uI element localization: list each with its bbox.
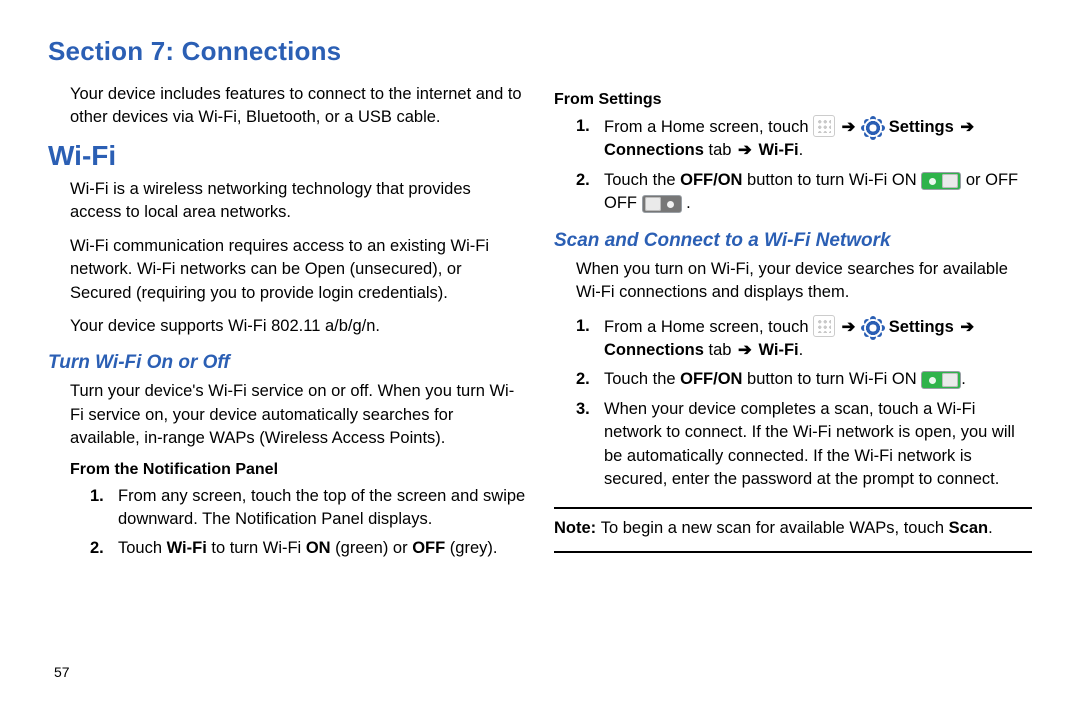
body-text: Wi-Fi communication requires access to a… xyxy=(70,235,526,305)
list-item: 2. Touch the OFF/ON button to turn Wi-Fi… xyxy=(576,169,1032,216)
list-number: 2. xyxy=(90,537,110,560)
arrow-icon: ➔ xyxy=(842,116,856,139)
arrow-icon: ➔ xyxy=(738,139,752,162)
intro-text: Your device includes features to connect… xyxy=(70,83,526,130)
body-text: When you turn on Wi-Fi, your device sear… xyxy=(576,258,1032,305)
list-item: 1. From any screen, touch the top of the… xyxy=(90,485,526,532)
list-text: From a Home screen, touch ➔ Settings ➔ C… xyxy=(604,115,1032,163)
scan-connect-heading: Scan and Connect to a Wi-Fi Network xyxy=(554,230,1032,252)
list-item: 2. Touch Wi-Fi to turn Wi-Fi ON (green) … xyxy=(90,537,526,560)
from-settings-label: From Settings xyxy=(554,91,1032,109)
list-text: Touch Wi-Fi to turn Wi-Fi ON (green) or … xyxy=(118,537,526,560)
steps-list: 1. From a Home screen, touch ➔ Settings … xyxy=(576,315,1032,492)
page-number: 57 xyxy=(54,664,70,680)
list-number: 1. xyxy=(576,315,596,363)
body-text: Turn your device's Wi-Fi service on or o… xyxy=(70,380,526,450)
apps-icon xyxy=(813,315,835,337)
columns: Your device includes features to connect… xyxy=(48,81,1032,567)
list-text: When your device completes a scan, touch… xyxy=(604,398,1032,492)
list-item: 3. When your device completes a scan, to… xyxy=(576,398,1032,492)
steps-list: 1. From any screen, touch the top of the… xyxy=(90,485,526,561)
list-text: From any screen, touch the top of the sc… xyxy=(118,485,526,532)
toggle-on-icon xyxy=(921,371,961,389)
list-text: From a Home screen, touch ➔ Settings ➔ C… xyxy=(604,315,1032,363)
arrow-icon: ➔ xyxy=(842,316,856,339)
body-text: Wi-Fi is a wireless networking technolog… xyxy=(70,178,526,225)
list-item: 1. From a Home screen, touch ➔ Settings … xyxy=(576,115,1032,163)
left-column: Your device includes features to connect… xyxy=(48,81,526,567)
toggle-off-icon xyxy=(642,195,682,213)
note-text: Note: To begin a new scan for available … xyxy=(554,509,1032,550)
steps-list: 1. From a Home screen, touch ➔ Settings … xyxy=(576,115,1032,216)
list-number: 3. xyxy=(576,398,596,492)
section-title: Section 7: Connections xyxy=(48,36,1032,67)
divider xyxy=(554,551,1032,553)
right-column: From Settings 1. From a Home screen, tou… xyxy=(554,81,1032,567)
gear-icon xyxy=(864,119,882,137)
from-notification-panel-label: From the Notification Panel xyxy=(70,461,526,479)
note-block: Note: To begin a new scan for available … xyxy=(554,507,1032,552)
list-item: 2. Touch the OFF/ON button to turn Wi-Fi… xyxy=(576,368,1032,391)
page-root: Section 7: Connections Your device inclu… xyxy=(30,30,1050,690)
list-text: Touch the OFF/ON button to turn Wi-Fi ON… xyxy=(604,169,1032,216)
body-text: Your device supports Wi-Fi 802.11 a/b/g/… xyxy=(70,315,526,338)
arrow-icon: ➔ xyxy=(960,316,974,339)
list-number: 1. xyxy=(90,485,110,532)
toggle-on-icon xyxy=(921,172,961,190)
turn-wifi-heading: Turn Wi-Fi On or Off xyxy=(48,352,526,374)
apps-icon xyxy=(813,115,835,137)
list-item: 1. From a Home screen, touch ➔ Settings … xyxy=(576,315,1032,363)
list-text: Touch the OFF/ON button to turn Wi-Fi ON… xyxy=(604,368,1032,391)
arrow-icon: ➔ xyxy=(738,339,752,362)
list-number: 2. xyxy=(576,368,596,391)
wifi-heading: Wi-Fi xyxy=(48,140,526,172)
list-number: 2. xyxy=(576,169,596,216)
list-number: 1. xyxy=(576,115,596,163)
gear-icon xyxy=(864,319,882,337)
arrow-icon: ➔ xyxy=(960,116,974,139)
